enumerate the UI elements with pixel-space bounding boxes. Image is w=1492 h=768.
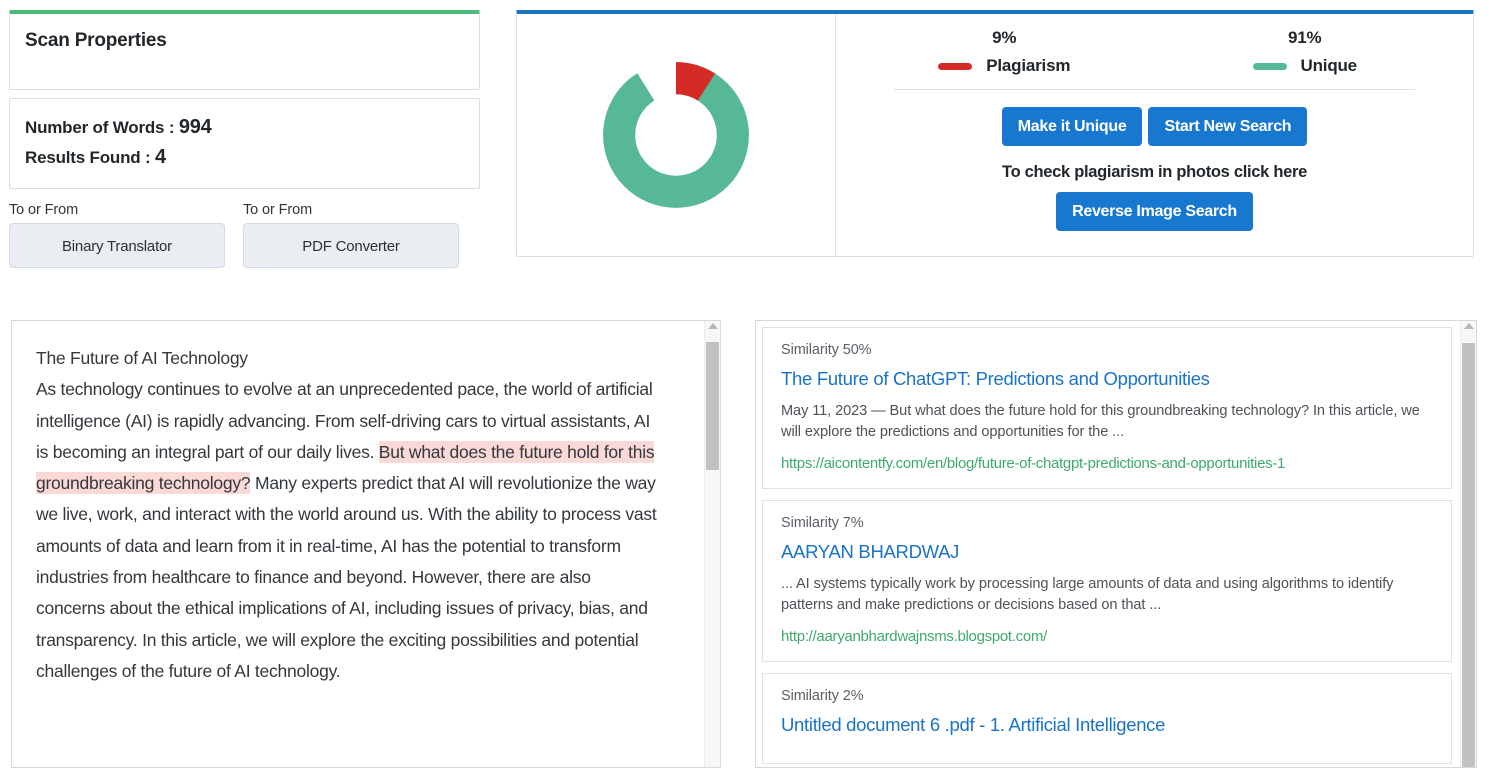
legend-row-plagiarism: Plagiarism <box>854 56 1155 76</box>
document-title: The Future of AI Technology <box>36 348 248 368</box>
similarity-badge: Similarity 2% <box>781 688 864 704</box>
summary-section: Scan Properties Number of Words : 994 Re… <box>0 0 1492 300</box>
page-title: Scan Properties <box>25 30 167 51</box>
result-snippet: May 11, 2023 — But what does the future … <box>781 403 1420 440</box>
scanned-document-panel: The Future of AI Technology As technology… <box>11 320 721 768</box>
similarity-badge: Similarity 7% <box>781 515 864 531</box>
scan-properties-header-card: Scan Properties <box>9 10 480 90</box>
legend-item-plagiarism: 9% Plagiarism <box>854 28 1155 76</box>
chart-legend: 9% Plagiarism 91% Unique <box>854 28 1455 76</box>
binary-translator-label: To or From <box>9 202 79 218</box>
photo-plagiarism-note: To check plagiarism in photos click here <box>1002 163 1307 181</box>
binary-translator-button[interactable]: Binary Translator <box>9 223 225 268</box>
results-found-value: 4 <box>154 145 166 168</box>
result-card[interactable]: Similarity 7% AARYAN BHARDWAJ ... AI sys… <box>762 500 1452 662</box>
matched-sources-list: Similarity 50% The Future of ChatGPT: Pr… <box>756 321 1476 764</box>
donut-slice-unique <box>603 62 749 208</box>
pdf-converter-label: To or From <box>243 202 313 218</box>
result-title-link[interactable]: AARYAN BHARDWAJ <box>781 541 1433 563</box>
reverse-image-search-row: Reverse Image Search <box>854 192 1455 231</box>
results-scroll-thumb[interactable] <box>1462 343 1475 767</box>
result-title-link[interactable]: The Future of ChatGPT: Predictions and O… <box>781 368 1433 390</box>
document-scroll-thumb[interactable] <box>706 342 719 470</box>
matched-sources-panel: Similarity 50% The Future of ChatGPT: Pr… <box>755 320 1477 768</box>
result-url-link[interactable]: https://aicontentfy.com/en/blog/future-o… <box>781 455 1433 472</box>
pdf-converter-button[interactable]: PDF Converter <box>243 223 459 268</box>
reverse-image-search-button[interactable]: Reverse Image Search <box>1056 192 1253 231</box>
summary-info-pane: 9% Plagiarism 91% Unique Make it Unique … <box>836 14 1473 256</box>
scanned-document-text: The Future of AI Technology As technology… <box>12 321 687 697</box>
legend-divider <box>894 89 1415 90</box>
document-body-after: Many experts predict that AI will revolu… <box>36 473 657 681</box>
word-count-label: Number of Words : <box>25 118 175 137</box>
scan-properties-column: Scan Properties Number of Words : 994 Re… <box>9 10 480 190</box>
pdf-converter-block: To or From PDF Converter <box>243 202 459 268</box>
plagiarism-percent: 9% <box>992 28 1017 47</box>
binary-translator-block: To or From Binary Translator <box>9 202 225 268</box>
results-found-row: Results Found : 4 <box>25 143 464 173</box>
make-it-unique-button[interactable]: Make it Unique <box>1001 107 1143 146</box>
similarity-badge: Similarity 50% <box>781 342 872 358</box>
word-count-value: 994 <box>178 116 212 138</box>
plagiarism-swatch-icon <box>938 62 973 70</box>
action-buttons-row: Make it Unique Start New Search <box>854 107 1455 146</box>
plagiarism-summary-card: 9% Plagiarism 91% Unique Make it Unique … <box>516 10 1474 257</box>
plagiarism-legend-label: Plagiarism <box>986 56 1071 75</box>
word-count-row: Number of Words : 994 <box>25 113 464 143</box>
plagiarism-donut-chart <box>603 62 749 208</box>
results-scrollbar[interactable] <box>1460 321 1476 767</box>
unique-percent: 91% <box>1288 28 1322 47</box>
result-snippet: ... AI systems typically work by process… <box>781 576 1394 613</box>
scroll-up-arrow-icon[interactable] <box>1463 323 1474 329</box>
unique-legend-label: Unique <box>1300 56 1358 75</box>
results-section: The Future of AI Technology As technology… <box>0 318 1492 768</box>
scroll-up-arrow-icon[interactable] <box>707 323 718 329</box>
result-card[interactable]: Similarity 2% Untitled document 6 .pdf -… <box>762 673 1452 764</box>
result-url-link[interactable]: http://aaryanbhardwajnsms.blogspot.com/ <box>781 628 1433 645</box>
results-found-label: Results Found : <box>25 147 151 167</box>
start-new-search-button[interactable]: Start New Search <box>1148 107 1308 146</box>
tool-links-row: To or From Binary Translator To or From … <box>9 202 489 268</box>
result-card[interactable]: Similarity 50% The Future of ChatGPT: Pr… <box>762 327 1452 489</box>
document-scrollbar[interactable] <box>704 321 720 767</box>
legend-row-unique: Unique <box>1155 56 1456 76</box>
donut-chart-pane <box>517 14 836 256</box>
legend-item-unique: 91% Unique <box>1155 28 1456 76</box>
unique-swatch-icon <box>1252 62 1287 70</box>
result-title-link[interactable]: Untitled document 6 .pdf - 1. Artificial… <box>781 714 1433 736</box>
scan-properties-stats-card: Number of Words : 994 Results Found : 4 <box>9 98 480 190</box>
